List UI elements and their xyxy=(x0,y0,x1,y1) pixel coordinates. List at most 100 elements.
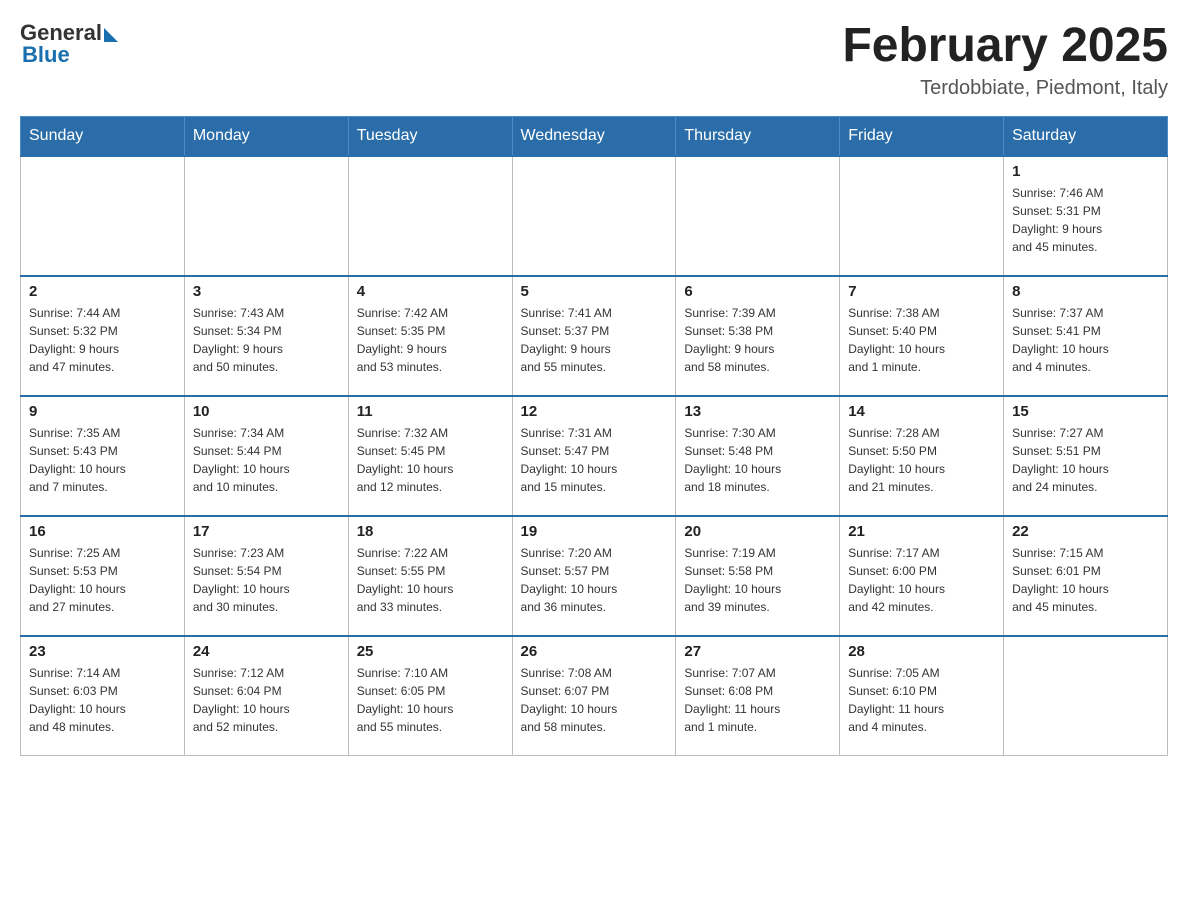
day-info: Sunrise: 7:05 AM Sunset: 6:10 PM Dayligh… xyxy=(848,664,995,736)
calendar-day-cell: 4 Sunrise: 7:42 AM Sunset: 5:35 PM Daylig… xyxy=(348,276,512,396)
calendar-day-cell: 9Sunrise: 7:35 AM Sunset: 5:43 PM Daylig… xyxy=(21,396,185,516)
day-of-week-header: Thursday xyxy=(676,116,840,156)
day-number: 2 xyxy=(29,283,176,300)
day-info: Sunrise: 7:35 AM Sunset: 5:43 PM Dayligh… xyxy=(29,424,176,496)
calendar-day-cell xyxy=(348,156,512,276)
calendar-day-cell: 25 Sunrise: 7:10 AM Sunset: 6:05 PM Dayli… xyxy=(348,636,512,756)
calendar-day-cell xyxy=(840,156,1004,276)
calendar-day-cell: 12Sunrise: 7:31 AM Sunset: 5:47 PM Dayli… xyxy=(512,396,676,516)
calendar-day-cell: 7 Sunrise: 7:38 AM Sunset: 5:40 PM Daylig… xyxy=(840,276,1004,396)
day-number: 28 xyxy=(848,643,995,660)
calendar-day-cell: 2Sunrise: 7:44 AM Sunset: 5:32 PM Daylig… xyxy=(21,276,185,396)
day-number: 1 xyxy=(1012,163,1159,180)
calendar-table: SundayMondayTuesdayWednesdayThursdayFrid… xyxy=(20,116,1168,757)
location-text: Terdobbiate, Piedmont, Italy xyxy=(842,77,1168,100)
logo-blue-text: Blue xyxy=(22,42,70,68)
calendar-week-row: 23 Sunrise: 7:14 AM Sunset: 6:03 PM Dayli… xyxy=(21,636,1168,756)
calendar-day-cell xyxy=(184,156,348,276)
day-of-week-header: Sunday xyxy=(21,116,185,156)
day-number: 16 xyxy=(29,523,176,540)
day-info: Sunrise: 7:39 AM Sunset: 5:38 PM Dayligh… xyxy=(684,304,831,376)
day-number: 23 xyxy=(29,643,176,660)
page-header: General Blue February 2025 Terdobbiate, … xyxy=(20,20,1168,100)
logo: General Blue xyxy=(20,20,118,68)
day-info: Sunrise: 7:08 AM Sunset: 6:07 PM Dayligh… xyxy=(521,664,668,736)
day-number: 6 xyxy=(684,283,831,300)
day-number: 24 xyxy=(193,643,340,660)
calendar-header-row: SundayMondayTuesdayWednesdayThursdayFrid… xyxy=(21,116,1168,156)
day-number: 7 xyxy=(848,283,995,300)
day-info: Sunrise: 7:22 AM Sunset: 5:55 PM Dayligh… xyxy=(357,544,504,616)
day-number: 3 xyxy=(193,283,340,300)
day-info: Sunrise: 7:20 AM Sunset: 5:57 PM Dayligh… xyxy=(521,544,668,616)
day-info: Sunrise: 7:23 AM Sunset: 5:54 PM Dayligh… xyxy=(193,544,340,616)
calendar-day-cell: 3 Sunrise: 7:43 AM Sunset: 5:34 PM Daylig… xyxy=(184,276,348,396)
day-info: Sunrise: 7:14 AM Sunset: 6:03 PM Dayligh… xyxy=(29,664,176,736)
day-info: Sunrise: 7:25 AM Sunset: 5:53 PM Dayligh… xyxy=(29,544,176,616)
day-info: Sunrise: 7:31 AM Sunset: 5:47 PM Dayligh… xyxy=(521,424,668,496)
day-of-week-header: Monday xyxy=(184,116,348,156)
day-info: Sunrise: 7:43 AM Sunset: 5:34 PM Dayligh… xyxy=(193,304,340,376)
day-info: Sunrise: 7:42 AM Sunset: 5:35 PM Dayligh… xyxy=(357,304,504,376)
day-number: 19 xyxy=(521,523,668,540)
calendar-week-row: 2Sunrise: 7:44 AM Sunset: 5:32 PM Daylig… xyxy=(21,276,1168,396)
calendar-day-cell: 8Sunrise: 7:37 AM Sunset: 5:41 PM Daylig… xyxy=(1004,276,1168,396)
calendar-day-cell: 6 Sunrise: 7:39 AM Sunset: 5:38 PM Daylig… xyxy=(676,276,840,396)
calendar-week-row: 9Sunrise: 7:35 AM Sunset: 5:43 PM Daylig… xyxy=(21,396,1168,516)
calendar-day-cell xyxy=(21,156,185,276)
day-info: Sunrise: 7:10 AM Sunset: 6:05 PM Dayligh… xyxy=(357,664,504,736)
day-number: 8 xyxy=(1012,283,1159,300)
calendar-day-cell: 26 Sunrise: 7:08 AM Sunset: 6:07 PM Dayli… xyxy=(512,636,676,756)
day-number: 21 xyxy=(848,523,995,540)
day-info: Sunrise: 7:27 AM Sunset: 5:51 PM Dayligh… xyxy=(1012,424,1159,496)
calendar-day-cell: 27Sunrise: 7:07 AM Sunset: 6:08 PM Dayli… xyxy=(676,636,840,756)
calendar-day-cell: 28 Sunrise: 7:05 AM Sunset: 6:10 PM Dayli… xyxy=(840,636,1004,756)
calendar-day-cell: 17 Sunrise: 7:23 AM Sunset: 5:54 PM Dayli… xyxy=(184,516,348,636)
calendar-week-row: 1 Sunrise: 7:46 AM Sunset: 5:31 PM Daylig… xyxy=(21,156,1168,276)
day-number: 5 xyxy=(521,283,668,300)
day-of-week-header: Tuesday xyxy=(348,116,512,156)
calendar-day-cell: 22 Sunrise: 7:15 AM Sunset: 6:01 PM Dayli… xyxy=(1004,516,1168,636)
day-info: Sunrise: 7:32 AM Sunset: 5:45 PM Dayligh… xyxy=(357,424,504,496)
day-number: 14 xyxy=(848,403,995,420)
day-number: 10 xyxy=(193,403,340,420)
day-of-week-header: Wednesday xyxy=(512,116,676,156)
day-number: 22 xyxy=(1012,523,1159,540)
day-info: Sunrise: 7:15 AM Sunset: 6:01 PM Dayligh… xyxy=(1012,544,1159,616)
day-number: 26 xyxy=(521,643,668,660)
day-of-week-header: Saturday xyxy=(1004,116,1168,156)
calendar-day-cell: 13 Sunrise: 7:30 AM Sunset: 5:48 PM Dayli… xyxy=(676,396,840,516)
calendar-day-cell xyxy=(676,156,840,276)
calendar-day-cell: 20Sunrise: 7:19 AM Sunset: 5:58 PM Dayli… xyxy=(676,516,840,636)
day-info: Sunrise: 7:07 AM Sunset: 6:08 PM Dayligh… xyxy=(684,664,831,736)
day-info: Sunrise: 7:38 AM Sunset: 5:40 PM Dayligh… xyxy=(848,304,995,376)
logo-arrow-icon xyxy=(104,28,118,42)
day-number: 17 xyxy=(193,523,340,540)
day-number: 13 xyxy=(684,403,831,420)
calendar-day-cell: 1 Sunrise: 7:46 AM Sunset: 5:31 PM Daylig… xyxy=(1004,156,1168,276)
calendar-day-cell xyxy=(512,156,676,276)
day-info: Sunrise: 7:28 AM Sunset: 5:50 PM Dayligh… xyxy=(848,424,995,496)
calendar-day-cell: 11 Sunrise: 7:32 AM Sunset: 5:45 PM Dayli… xyxy=(348,396,512,516)
day-info: Sunrise: 7:34 AM Sunset: 5:44 PM Dayligh… xyxy=(193,424,340,496)
day-info: Sunrise: 7:17 AM Sunset: 6:00 PM Dayligh… xyxy=(848,544,995,616)
calendar-day-cell: 5 Sunrise: 7:41 AM Sunset: 5:37 PM Daylig… xyxy=(512,276,676,396)
day-of-week-header: Friday xyxy=(840,116,1004,156)
day-number: 11 xyxy=(357,403,504,420)
day-number: 15 xyxy=(1012,403,1159,420)
month-title: February 2025 xyxy=(842,20,1168,73)
day-info: Sunrise: 7:19 AM Sunset: 5:58 PM Dayligh… xyxy=(684,544,831,616)
day-number: 18 xyxy=(357,523,504,540)
calendar-day-cell xyxy=(1004,636,1168,756)
calendar-day-cell: 10 Sunrise: 7:34 AM Sunset: 5:44 PM Dayli… xyxy=(184,396,348,516)
day-info: Sunrise: 7:41 AM Sunset: 5:37 PM Dayligh… xyxy=(521,304,668,376)
day-info: Sunrise: 7:30 AM Sunset: 5:48 PM Dayligh… xyxy=(684,424,831,496)
title-section: February 2025 Terdobbiate, Piedmont, Ita… xyxy=(842,20,1168,100)
calendar-day-cell: 21 Sunrise: 7:17 AM Sunset: 6:00 PM Dayli… xyxy=(840,516,1004,636)
day-number: 4 xyxy=(357,283,504,300)
calendar-week-row: 16 Sunrise: 7:25 AM Sunset: 5:53 PM Dayli… xyxy=(21,516,1168,636)
day-number: 25 xyxy=(357,643,504,660)
calendar-day-cell: 24Sunrise: 7:12 AM Sunset: 6:04 PM Dayli… xyxy=(184,636,348,756)
calendar-day-cell: 16 Sunrise: 7:25 AM Sunset: 5:53 PM Dayli… xyxy=(21,516,185,636)
day-info: Sunrise: 7:46 AM Sunset: 5:31 PM Dayligh… xyxy=(1012,184,1159,256)
